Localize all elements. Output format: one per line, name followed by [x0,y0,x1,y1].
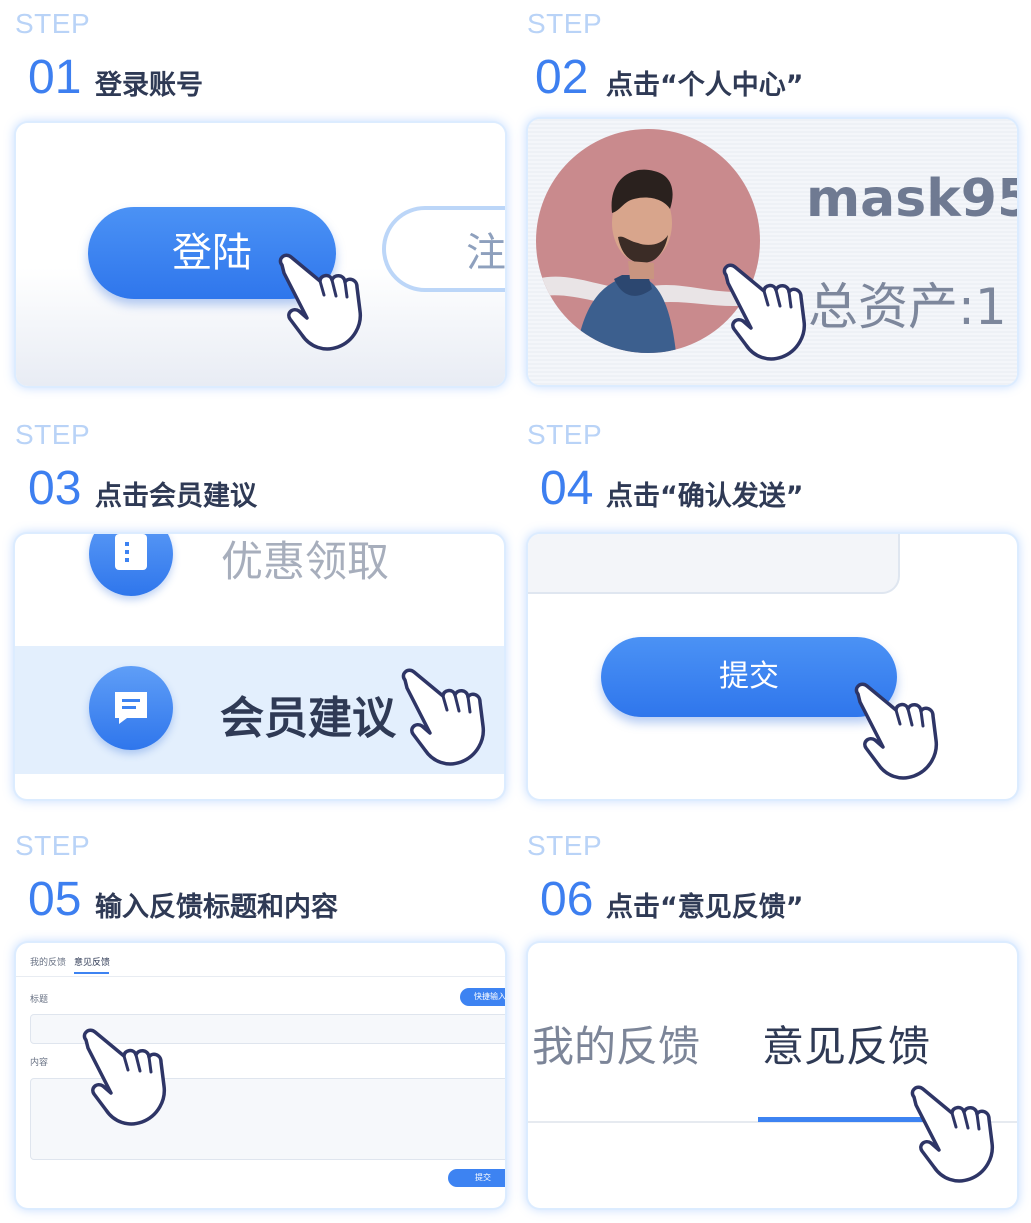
register-button-label: 注 [466,230,505,276]
hand-pointer-icon [722,263,807,361]
step-label: STEP [527,419,603,450]
step-title: 输入反馈标题和内容 [95,892,338,923]
menu-item-coupon[interactable]: 优惠领取 [221,534,389,589]
step-title: 点击“确认发送” [606,481,804,512]
active-tab-indicator [758,1117,930,1122]
step-title: 点击“意见反馈” [606,892,804,923]
step-1-card: 登陆 注 [16,123,505,386]
step-label: STEP [527,830,603,861]
step-number: 06 [540,873,594,926]
tab-my-feedback[interactable]: 我的反馈 [30,955,66,968]
submit-button[interactable]: 提交 [448,1169,505,1187]
step-6-card: 我的反馈 意见反馈 [528,943,1017,1208]
step-number: 04 [540,462,594,515]
step-number: 01 [28,51,82,104]
title-label: 标题 [30,995,49,1005]
step-5-card: 我的反馈 意见反馈 标题 快捷输入 内容 提交 [16,943,505,1208]
message-icon [89,666,173,750]
step-number: 05 [28,873,82,926]
step-label: STEP [15,419,91,450]
hand-pointer-icon [278,253,363,351]
register-button[interactable]: 注 [382,206,505,292]
step-title: 登录账号 [95,70,203,101]
step-title: 点击“个人中心” [606,70,804,101]
step-number: 03 [28,462,82,515]
active-tab-indicator [74,972,109,974]
step-number: 02 [535,51,589,104]
hand-pointer-icon [401,668,486,766]
total-assets: 总资产:1 [808,278,1007,336]
step-label: STEP [15,8,91,39]
menu-item-suggestion: 会员建议 [220,693,396,744]
quick-input-button[interactable]: 快捷输入 [460,988,505,1006]
step-4-card: 提交 [528,534,1017,799]
username: mask95 [806,169,1017,229]
content-label: 内容 [30,1058,49,1068]
text-area[interactable] [528,534,900,594]
step-2-card: mask95 总资产:1 [528,119,1017,385]
hand-pointer-icon [910,1085,995,1183]
coupon-icon [89,534,173,596]
step-3-card: 优惠领取 会员建议 [15,534,504,799]
hand-pointer-icon [82,1028,167,1126]
divider [16,976,505,977]
hand-pointer-icon [854,682,939,780]
step-label: STEP [15,830,91,861]
tab-feedback[interactable]: 意见反馈 [762,1013,930,1074]
tab-feedback[interactable]: 意见反馈 [74,955,110,968]
tab-my-feedback[interactable]: 我的反馈 [532,1013,700,1074]
step-label: STEP [527,8,603,39]
step-title: 点击会员建议 [95,481,257,512]
